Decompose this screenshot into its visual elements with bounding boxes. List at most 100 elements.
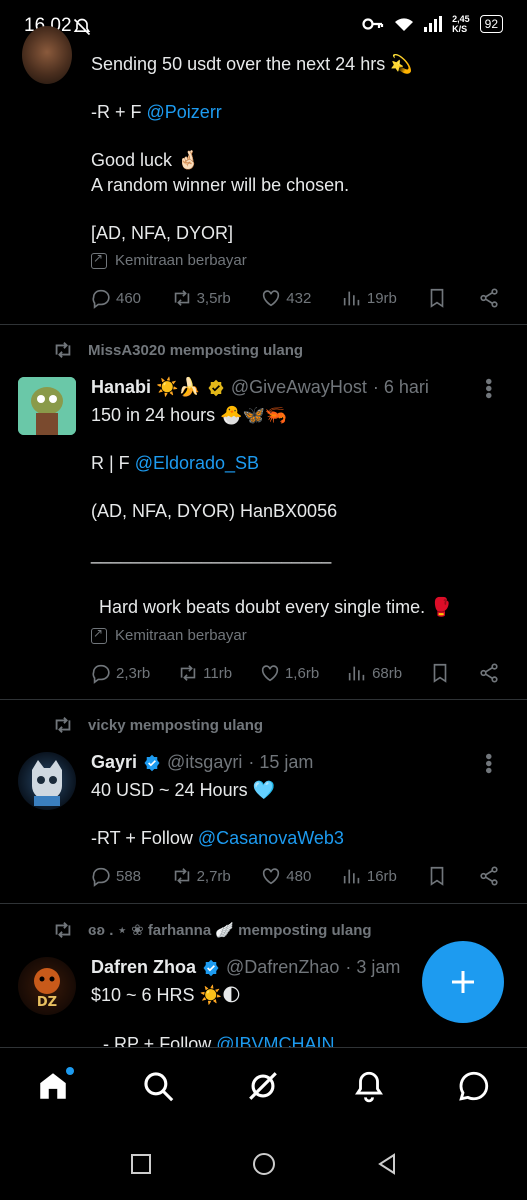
share-button[interactable] xyxy=(478,287,500,309)
bookmark-icon xyxy=(433,663,447,683)
avatar[interactable] xyxy=(22,26,72,84)
share-button[interactable] xyxy=(478,662,500,684)
tweet-rf-line: -R + F @Poizerr xyxy=(91,100,222,124)
like-button[interactable]: 432 xyxy=(260,287,311,309)
views-button[interactable]: 19rb xyxy=(341,287,397,309)
bookmark-button[interactable] xyxy=(426,865,448,887)
tweet-time[interactable]: · 3 jam xyxy=(345,957,400,978)
avatar-text: DZ xyxy=(37,995,57,1010)
reply-button[interactable]: 460 xyxy=(90,287,141,309)
repost-icon xyxy=(55,922,71,938)
rf-prefix: - RP + Follow xyxy=(103,1034,217,1047)
reply-icon xyxy=(92,289,110,309)
paid-partnership-icon xyxy=(91,626,107,644)
repost-icon xyxy=(55,342,71,358)
like-button[interactable]: 480 xyxy=(260,865,311,887)
views-count: 68rb xyxy=(372,664,403,682)
notifications-off-icon xyxy=(73,18,91,36)
tweet-rf-line: -RT + Follow @CasanovaWeb3 xyxy=(91,826,344,850)
tweet-time[interactable]: · 15 jam xyxy=(248,752,313,773)
repost-button[interactable]: 2,7rb xyxy=(171,865,231,887)
repost-by: vicky memposting ulang xyxy=(88,716,264,734)
repost-indicator[interactable]: MissA3020 memposting ulang xyxy=(52,339,303,361)
views-icon xyxy=(343,869,360,884)
recents-icon[interactable] xyxy=(130,1153,152,1175)
nav-notifications[interactable] xyxy=(352,1069,386,1108)
tweet-separator: ________________________ xyxy=(91,544,332,564)
tweet-actions: 460 3,5rb 432 19rb xyxy=(90,287,500,309)
share-icon xyxy=(480,288,498,308)
network-speed-value: 2,45 xyxy=(452,14,470,24)
repost-by: MissA3020 memposting ulang xyxy=(88,341,304,359)
more-button[interactable]: ••• xyxy=(476,753,499,774)
author-handle[interactable]: @DafrenZhao xyxy=(226,957,339,978)
repost-icon xyxy=(174,290,189,306)
tweet-time[interactable]: · 6 hari xyxy=(373,377,429,398)
repost-icon xyxy=(180,665,196,681)
reply-button[interactable]: 2,3rb xyxy=(90,662,150,684)
notifications-icon xyxy=(354,1071,383,1102)
notification-dot xyxy=(65,1066,74,1075)
reply-icon xyxy=(92,664,110,684)
author-handle[interactable]: @GiveAwayHost xyxy=(231,377,367,398)
reply-button[interactable]: 588 xyxy=(90,865,141,887)
nav-grok[interactable] xyxy=(246,1069,280,1108)
repost-button[interactable]: 11rb xyxy=(177,662,232,684)
more-button[interactable]: ••• xyxy=(476,378,499,399)
rf-prefix: -RT + Follow xyxy=(91,828,198,848)
mention-link[interactable]: @CasanovaWeb3 xyxy=(198,828,344,848)
repost-button[interactable]: 3,5rb xyxy=(171,287,231,309)
repost-indicator[interactable]: vicky memposting ulang xyxy=(52,714,263,736)
share-icon xyxy=(480,663,498,683)
avatar[interactable]: DZ xyxy=(18,957,76,1015)
repost-indicator[interactable]: ɞʚ . ⋆ ❀ farhanna 🪽 memposting ulang xyxy=(52,919,372,941)
views-button[interactable]: 68rb xyxy=(346,662,402,684)
repost-icon xyxy=(55,717,71,733)
more-icon: ••• xyxy=(477,378,499,400)
author-name[interactable]: Gayri xyxy=(91,752,137,773)
reply-icon xyxy=(92,867,110,887)
author-handle[interactable]: @itsgayri xyxy=(167,752,242,773)
avatar-image: DZ xyxy=(34,968,60,1010)
avatar[interactable] xyxy=(18,752,76,810)
avatar-image xyxy=(18,377,76,435)
paid-partnership-label: Kemitraan berbayar xyxy=(115,627,247,644)
nav-messages[interactable] xyxy=(457,1069,491,1108)
author-name[interactable]: Hanabi ☀️🍌 xyxy=(91,377,201,398)
nav-home[interactable] xyxy=(36,1066,74,1108)
mention-link[interactable]: @IBVMCHAIN xyxy=(216,1034,334,1047)
back-icon[interactable] xyxy=(376,1153,398,1175)
avatar[interactable] xyxy=(18,377,76,435)
views-button[interactable]: 16rb xyxy=(341,865,397,887)
bookmark-button[interactable] xyxy=(429,662,451,684)
nav-search[interactable] xyxy=(141,1069,175,1108)
rf-prefix: R | F xyxy=(91,453,135,473)
tweet-header: Gayri @itsgayri · 15 jam xyxy=(91,752,313,773)
tweet-actions: 588 2,7rb 480 16rb xyxy=(90,865,500,887)
repost-count: 3,5rb xyxy=(196,289,231,307)
like-count: 432 xyxy=(286,289,312,307)
bookmark-button[interactable] xyxy=(426,287,448,309)
paid-partnership-label: Kemitraan berbayar xyxy=(115,252,247,269)
views-count: 19rb xyxy=(366,289,397,307)
bookmark-icon xyxy=(431,288,444,308)
like-button[interactable]: 1,6rb xyxy=(259,662,319,684)
mention-link[interactable]: @Poizerr xyxy=(147,102,222,122)
more-icon: ••• xyxy=(477,753,499,775)
search-icon xyxy=(144,1071,174,1101)
compose-button[interactable] xyxy=(422,941,504,1023)
tweet-text-line: 40 USD ~ 24 Hours 🩵 xyxy=(91,780,275,800)
divider xyxy=(0,903,527,904)
paid-partnership[interactable]: Kemitraan berbayar xyxy=(91,626,247,644)
paid-partnership[interactable]: Kemitraan berbayar xyxy=(91,251,247,269)
home-circle-icon[interactable] xyxy=(251,1151,277,1177)
verified-icon xyxy=(203,959,219,976)
signal-icon xyxy=(424,16,443,32)
share-button[interactable] xyxy=(478,865,500,887)
author-name[interactable]: Dafren Zhoa xyxy=(91,957,196,978)
tweet-actions: 2,3rb 11rb 1,6rb 68rb xyxy=(90,662,500,684)
tweet-text-line: Sending 50 usdt over the next 24 hrs 💫 xyxy=(91,54,413,74)
mention-link[interactable]: @Eldorado_SB xyxy=(135,453,259,473)
tweet-text-line: Good luck 🤞🏻 xyxy=(91,150,200,170)
like-icon xyxy=(261,665,279,682)
